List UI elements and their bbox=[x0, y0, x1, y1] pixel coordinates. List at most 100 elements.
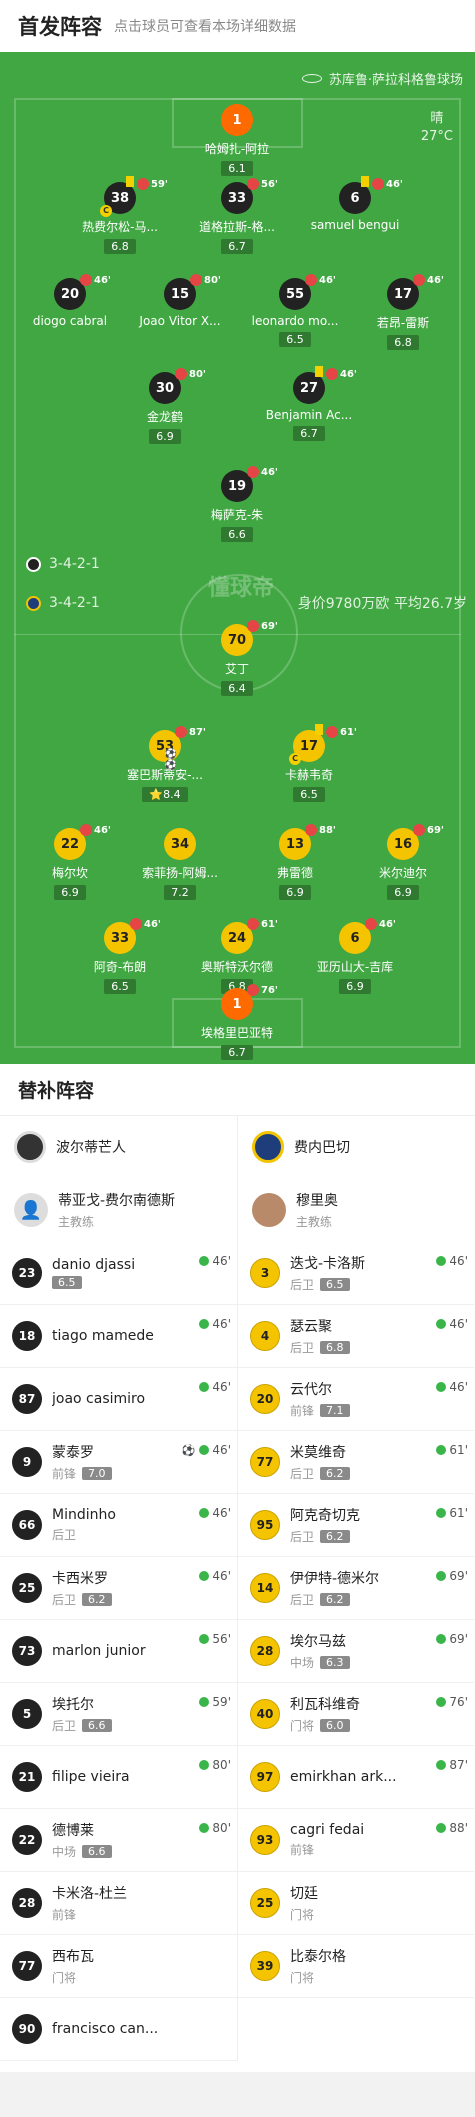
home-coach[interactable]: 👤 蒂亚戈-费尔南德斯 主教练 bbox=[0, 1178, 237, 1242]
player-rating: 6.8 bbox=[104, 239, 136, 254]
player-away-6[interactable]: 6 46' 亚历山大-吉库 6.9 bbox=[295, 918, 415, 994]
sub-out: 80' bbox=[175, 368, 206, 380]
sub-player-row[interactable]: 23 danio djassi 6.5 46' bbox=[0, 1242, 237, 1305]
player-number: 90 bbox=[12, 2014, 42, 2044]
temperature: 27°C bbox=[420, 129, 453, 144]
sub-player-row[interactable]: 25 切廷 门将 bbox=[238, 1872, 474, 1935]
sub-player-row[interactable]: 66 Mindinho 后卫 46' bbox=[0, 1494, 237, 1557]
player-away-53[interactable]: 53 87' ⚽⚽ 塞巴斯蒂安-... ⭐8.4 bbox=[105, 726, 225, 802]
sub-player-row[interactable]: 39 比泰尔格 门将 bbox=[238, 1935, 474, 1998]
player-name: cagri fedai bbox=[290, 1822, 365, 1838]
coach-role: 主教练 bbox=[296, 1215, 333, 1229]
player-name: 热费尔松-马... bbox=[82, 220, 158, 234]
player-home-38[interactable]: 38 59' C 热费尔松-马... 6.8 bbox=[60, 176, 180, 254]
player-position: 前锋 bbox=[52, 1467, 77, 1481]
player-home-55[interactable]: 55 46' leonardo mo... 6.5 bbox=[235, 274, 355, 347]
sub-player-row[interactable]: 40 利瓦科维奇 门将 6.0 76' bbox=[238, 1683, 474, 1746]
sub-out-icon bbox=[130, 918, 142, 930]
player-home-30[interactable]: 30 80' 金龙鹤 6.9 bbox=[105, 368, 225, 444]
sub-player-row[interactable]: 22 德博莱 中场 6.6 80' bbox=[0, 1809, 237, 1872]
sub-player-row[interactable]: 28 埃尔马兹 中场 6.3 69' bbox=[238, 1620, 474, 1683]
player-number: 28 bbox=[250, 1636, 280, 1666]
player-info: tiago mamede bbox=[52, 1328, 154, 1344]
player-number: 15 80' bbox=[164, 274, 221, 310]
away-coach[interactable]: 穆里奥 主教练 bbox=[238, 1178, 474, 1242]
player-home-19[interactable]: 19 46' 梅萨克-朱 6.6 bbox=[177, 466, 297, 542]
subs-title: 替补阵容 bbox=[0, 1064, 475, 1116]
sub-out-icon bbox=[305, 274, 317, 286]
player-home-33[interactable]: 33 56' 道格拉斯-格... 6.7 bbox=[177, 178, 297, 254]
player-number: 73 bbox=[12, 1636, 42, 1666]
sub-out-icon bbox=[413, 274, 425, 286]
player-away-34[interactable]: 34 索菲扬-阿姆... 7.2 bbox=[120, 828, 240, 900]
player-number: 13 88' bbox=[279, 824, 336, 860]
player-meta: 后卫 6.5 bbox=[290, 1276, 365, 1293]
player-away-16[interactable]: 16 69' 米尔迪尔 6.9 bbox=[343, 824, 463, 900]
player-away-24[interactable]: 24 61' 奥斯特沃尔德 6.8 bbox=[177, 918, 297, 994]
sub-player-row[interactable]: 77 西布瓦 门将 bbox=[0, 1935, 237, 1998]
home-subs: 波尔蒂芒人 👤 蒂亚戈-费尔南德斯 主教练 23 danio djassi 6.5 4… bbox=[0, 1116, 237, 2061]
player-meta: 后卫 6.2 bbox=[290, 1591, 379, 1608]
player-number: 30 80' bbox=[149, 368, 206, 404]
player-info: 埃尔马兹 中场 6.3 bbox=[290, 1631, 350, 1671]
player-info: 埃托尔 后卫 6.6 bbox=[52, 1694, 112, 1734]
player-home-15[interactable]: 15 80' Joao Vitor X... bbox=[120, 274, 240, 328]
player-number: 4 bbox=[250, 1321, 280, 1351]
sub-player-row[interactable]: 9 蒙泰罗 前锋 7.0 ⚽ 46' bbox=[0, 1431, 237, 1494]
player-info: cagri fedai 前锋 bbox=[290, 1822, 364, 1858]
coach-avatar-icon bbox=[252, 1193, 286, 1227]
sub-player-row[interactable]: 77 米莫维奇 后卫 6.2 61' bbox=[238, 1431, 474, 1494]
sub-out: 46' bbox=[372, 178, 403, 190]
player-meta: 后卫 6.2 bbox=[290, 1465, 350, 1482]
player-home-20[interactable]: 20 46' diogo cabral bbox=[10, 274, 130, 328]
sub-out: 87' bbox=[175, 726, 206, 738]
player-away-1[interactable]: 1 76' 埃格里巴亚特 6.7 bbox=[177, 984, 297, 1060]
player-name: Mindinho bbox=[52, 1507, 116, 1523]
player-name: Joao Vitor X... bbox=[139, 314, 221, 328]
away-team-logo-icon bbox=[26, 595, 41, 611]
sub-player-row[interactable]: 87 joao casimiro 46' bbox=[0, 1368, 237, 1431]
sub-player-row[interactable]: 3 迭戈-卡洛斯 后卫 6.5 46' bbox=[238, 1242, 474, 1305]
sub-player-row[interactable]: 25 卡西米罗 后卫 6.2 46' bbox=[0, 1557, 237, 1620]
sub-in-time: 46' bbox=[199, 1254, 231, 1268]
sub-in-icon bbox=[436, 1256, 447, 1266]
sub-player-row[interactable]: 90 francisco can... bbox=[0, 1998, 237, 2061]
sub-player-row[interactable]: 97 emirkhan ark... 87' bbox=[238, 1746, 474, 1809]
sub-player-row[interactable]: 28 卡米洛-杜兰 前锋 bbox=[0, 1872, 237, 1935]
player-info: 迭戈-卡洛斯 后卫 6.5 bbox=[290, 1253, 365, 1293]
sub-player-row[interactable]: 20 云代尔 前锋 7.1 46' bbox=[238, 1368, 474, 1431]
sub-player-row[interactable]: 5 埃托尔 后卫 6.6 59' bbox=[0, 1683, 237, 1746]
player-name: 索菲扬-阿姆... bbox=[142, 866, 218, 880]
sub-out: 69' bbox=[247, 620, 278, 632]
player-home-1[interactable]: 1 哈姆扎-阿拉 6.1 bbox=[177, 104, 297, 176]
player-away-13[interactable]: 13 88' 弗雷德 6.9 bbox=[235, 824, 355, 900]
stadium-icon bbox=[301, 74, 322, 83]
player-position: 前锋 bbox=[52, 1908, 77, 1922]
sub-in-time: ⚽ 46' bbox=[181, 1443, 231, 1457]
sub-player-row[interactable]: 18 tiago mamede 46' bbox=[0, 1305, 237, 1368]
pitch: 苏库鲁·萨拉科格鲁球场 晴 27°C 懂球帝 3-4-2-1 3-4-2-1 身… bbox=[0, 52, 475, 1064]
player-number: 25 bbox=[250, 1888, 280, 1918]
player-number: 95 bbox=[250, 1510, 280, 1540]
player-away-33[interactable]: 33 46' 阿奇-布朗 6.5 bbox=[60, 918, 180, 994]
player-rating: 6.4 bbox=[221, 681, 253, 696]
player-rating: 7.2 bbox=[164, 885, 196, 900]
player-rating: 6.7 bbox=[221, 239, 253, 254]
sub-player-row[interactable]: 95 阿克奇切克 后卫 6.2 61' bbox=[238, 1494, 474, 1557]
player-home-17[interactable]: 17 46' 若昂-雷斯 6.8 bbox=[343, 274, 463, 350]
player-home-6[interactable]: 6 46' samuel bengui bbox=[295, 176, 415, 232]
player-away-22[interactable]: 22 46' 梅尔坎 6.9 bbox=[10, 824, 130, 900]
player-away-17[interactable]: 17 61' C 卡赫韦奇 6.5 bbox=[249, 724, 369, 802]
player-name: 梅尔坎 bbox=[51, 866, 88, 880]
sub-player-row[interactable]: 14 伊伊特-德米尔 后卫 6.2 69' bbox=[238, 1557, 474, 1620]
sub-player-row[interactable]: 21 filipe vieira 80' bbox=[0, 1746, 237, 1809]
player-away-70[interactable]: 70 69' 艾丁 6.4 bbox=[177, 620, 297, 696]
player-home-27[interactable]: 27 46' Benjamin Ac... 6.7 bbox=[249, 366, 369, 441]
sub-out-icon bbox=[80, 274, 92, 286]
sub-player-row[interactable]: 93 cagri fedai 前锋 88' bbox=[238, 1809, 474, 1872]
sub-in-time: 87' bbox=[436, 1758, 468, 1772]
player-rating: 6.2 bbox=[82, 1593, 112, 1606]
sub-player-row[interactable]: 73 marlon junior 56' bbox=[0, 1620, 237, 1683]
player-rating: 7.1 bbox=[320, 1404, 350, 1417]
sub-player-row[interactable]: 4 瑟云聚 后卫 6.8 46' bbox=[238, 1305, 474, 1368]
